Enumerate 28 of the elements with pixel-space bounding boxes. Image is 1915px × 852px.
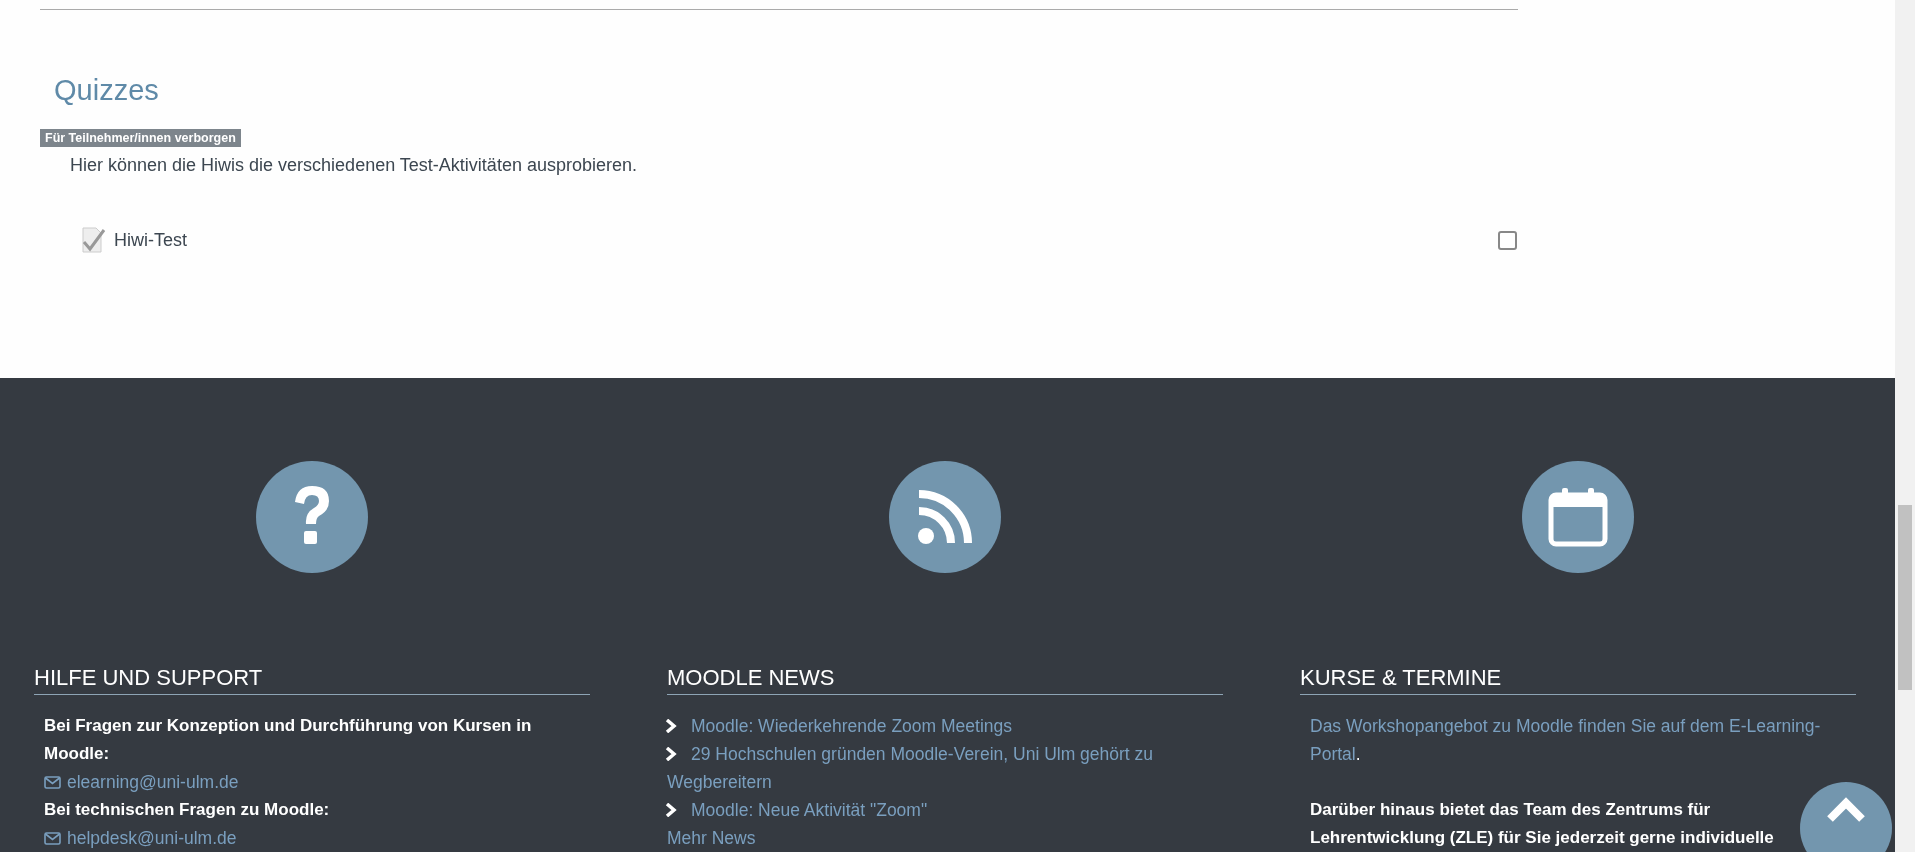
footer-text: Bei Fragen zur Konzeption und Durchführung von Kursen in Moodle: [44,715,533,765]
email-link[interactable]: elearning@uni-ulm.de [67,768,239,796]
news-link[interactable]: 29 Hochschulen gründen Moodle-Verein, Uni Ulm gehört zu Wegbereitern [667,740,1213,796]
footer-heading: MOODLE NEWS [667,665,1223,695]
news-link[interactable]: Moodle: Neue Aktivität "Zoom" [667,796,1213,824]
chevron-right-icon [665,747,677,761]
footer-text: Bei technischen Fragen zu Moodle: [44,799,331,821]
hidden-badge: Für Teilnehmer/innen verborgen [40,129,241,147]
calendar-icon [1547,486,1609,548]
more-news-link[interactable]: Mehr News [667,828,756,848]
quiz-icon [80,226,106,254]
section-summary: Hier können die Hiwis die verschiedenen Test-Aktivitäten ausprobieren. [70,155,638,176]
section-title: Quizzes [54,76,160,105]
footer-heading: KURSE & TERMINE [1300,665,1856,695]
news-link[interactable]: Moodle: Wiederkehrende Zoom Meetings [667,712,1213,740]
chevron-right-icon [665,803,677,817]
envelope-icon [44,831,61,845]
rss-icon [917,489,973,545]
workshop-sentence[interactable]: Das Workshopangebot zu Moodle finden Sie auf dem E-Learning-Portal. [1310,712,1846,768]
chevron-up-icon [1826,797,1866,823]
chevron-right-icon [665,719,677,733]
quiz-link[interactable]: Hiwi-Test [114,229,1498,251]
footer-heading: HILFE UND SUPPORT [34,665,590,695]
scrollbar[interactable] [1895,0,1915,852]
email-link[interactable]: helpdesk@uni-ulm.de [67,824,237,852]
footer-text: Darüber hinaus bietet das Team des Zentrums für Lehrentwicklung (ZLE) für Sie jederzeit gerne individuelle [1310,799,1775,849]
completion-checkbox[interactable] [1498,230,1517,250]
envelope-icon [44,775,61,789]
